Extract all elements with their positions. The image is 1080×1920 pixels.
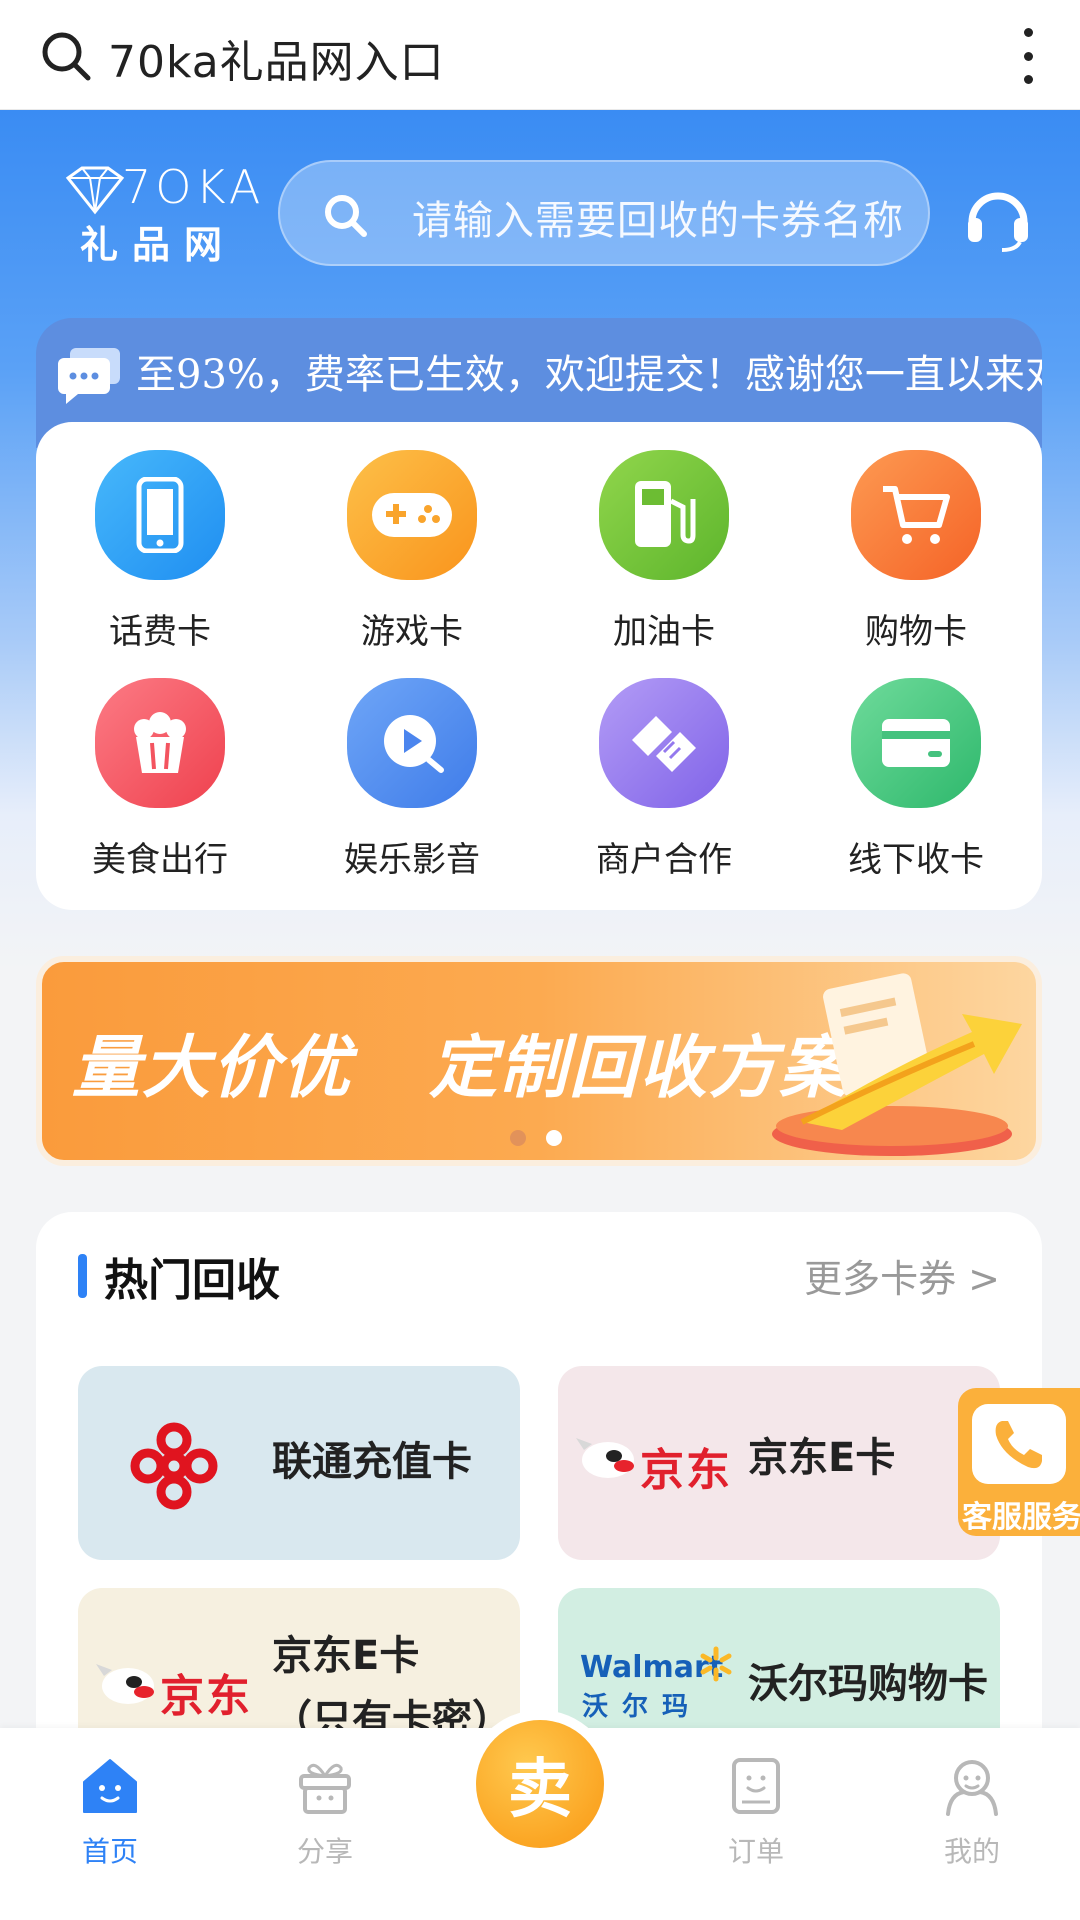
nav-label: 首页 xyxy=(81,1835,138,1868)
nav-orders[interactable]: 订单 xyxy=(676,1728,836,1878)
banner-text: 量大价优 定制回收方案 xyxy=(72,1029,850,1108)
fuel-pump-icon xyxy=(599,450,729,580)
nav-share[interactable]: 分享 xyxy=(245,1728,405,1878)
search-icon xyxy=(325,195,367,237)
category-label: 话费卡 xyxy=(109,612,211,652)
cart-icon xyxy=(851,450,981,580)
category-label: 游戏卡 xyxy=(361,612,463,652)
section-accent-bar xyxy=(78,1254,87,1298)
category-label: 线下收卡 xyxy=(848,840,984,880)
category-fuel-card[interactable]: 加油卡 xyxy=(564,422,764,652)
category-food-travel[interactable]: 美食出行 xyxy=(60,650,260,880)
category-label: 购物卡 xyxy=(865,612,967,652)
message-icon xyxy=(58,348,120,404)
category-label: 娱乐影音 xyxy=(344,840,480,880)
play-icon xyxy=(347,678,477,808)
phone-call-icon xyxy=(972,1404,1066,1484)
search-placeholder: 请输入需要回收的卡券名称 xyxy=(412,198,904,244)
jd-logo: 京东 xyxy=(640,1445,732,1496)
card-label: 京东E卡 xyxy=(748,1435,896,1481)
walmart-logo-cn: 沃尔玛 xyxy=(582,1692,703,1722)
more-cards-link[interactable]: 更多卡券 > xyxy=(804,1248,1000,1303)
category-offline-card[interactable]: 线下收卡 xyxy=(816,650,1016,880)
sell-label: 卖 xyxy=(508,1753,572,1827)
category-shopping-card[interactable]: 购物卡 xyxy=(816,422,1016,652)
browser-top-bar: 70ka礼品网入口 xyxy=(0,0,1080,110)
coins-arrow-illustration xyxy=(772,973,1022,1156)
hot-card-unicom[interactable]: 联通充值卡 xyxy=(78,1366,520,1560)
card-icon xyxy=(851,678,981,808)
jd-logo: 京东 xyxy=(160,1671,252,1722)
nav-label: 分享 xyxy=(296,1835,353,1868)
category-label: 加油卡 xyxy=(613,612,715,652)
floating-service-label: 客服服务 xyxy=(962,1500,1080,1535)
search-input[interactable]: 请输入需要回收的卡券名称 xyxy=(278,160,930,266)
section-title: 热门回收 xyxy=(104,1255,280,1306)
gift-icon xyxy=(299,1763,351,1814)
card-label: 联通充值卡 xyxy=(272,1439,472,1485)
category-label: 商户合作 xyxy=(596,840,732,880)
notice-text: 至93%，费率已生效，欢迎提交！感谢您一直以来对 xyxy=(136,352,1042,398)
nav-label: 我的 xyxy=(943,1835,1000,1868)
category-merchant[interactable]: 商户合作 xyxy=(564,650,764,880)
banner-pagination xyxy=(510,1130,562,1146)
logo-text-cn: 礼品网 xyxy=(80,223,237,267)
card-label: 沃尔玛购物卡 xyxy=(748,1661,988,1707)
phone-icon xyxy=(95,450,225,580)
site-logo[interactable]: 7OKA 礼品网 xyxy=(60,160,260,270)
sell-button[interactable]: 卖 xyxy=(476,1720,604,1848)
nav-profile[interactable]: 我的 xyxy=(892,1728,1052,1878)
unicom-logo xyxy=(130,1422,218,1510)
handshake-icon xyxy=(599,678,729,808)
jd-dog-logo-icon xyxy=(96,1664,154,1704)
diamond-logo-icon xyxy=(65,166,125,215)
category-grid: 话费卡 游戏卡 加油卡 购物卡 美食出行 娱乐影音 商户合作 线下收卡 xyxy=(36,422,1042,910)
category-phone-card[interactable]: 话费卡 xyxy=(60,422,260,652)
pagination-dot[interactable] xyxy=(510,1130,526,1146)
nav-label: 订单 xyxy=(727,1835,784,1868)
category-label: 美食出行 xyxy=(92,840,228,880)
popcorn-icon xyxy=(95,678,225,808)
jd-dog-logo-icon xyxy=(576,1438,634,1478)
hot-card-jd[interactable]: 京东 京东E卡 xyxy=(558,1366,1000,1560)
walmart-spark-icon xyxy=(700,1646,732,1682)
promo-banner[interactable]: 量大价优 定制回收方案 xyxy=(36,956,1042,1166)
search-icon[interactable] xyxy=(40,30,92,82)
home-icon xyxy=(83,1759,137,1813)
profile-icon xyxy=(946,1760,998,1816)
logo-text-en: 7OKA xyxy=(122,160,265,214)
pagination-dot-active[interactable] xyxy=(546,1130,562,1146)
floating-customer-service-button[interactable]: 客服服务 xyxy=(958,1388,1080,1536)
page-url-title[interactable]: 70ka礼品网入口 xyxy=(108,26,445,90)
headset-icon[interactable] xyxy=(962,182,1034,254)
more-vertical-icon[interactable] xyxy=(1016,28,1040,84)
gamepad-icon xyxy=(347,450,477,580)
category-entertainment[interactable]: 娱乐影音 xyxy=(312,650,512,880)
category-game-card[interactable]: 游戏卡 xyxy=(312,422,512,652)
nav-home[interactable]: 首页 xyxy=(30,1728,190,1878)
order-icon xyxy=(732,1758,780,1814)
